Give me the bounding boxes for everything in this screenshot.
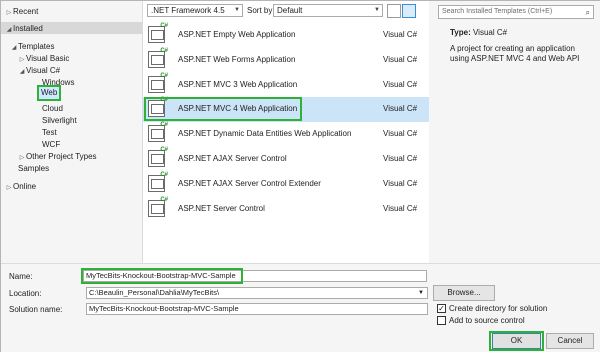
collapse-arrow-icon[interactable]: ◢: [18, 67, 26, 78]
server-control-icon: C#: [148, 147, 168, 167]
search-templates-input[interactable]: Search Installed Templates (Ctrl+E) ⌕: [438, 5, 594, 19]
solution-name-label: Solution name:: [9, 305, 63, 314]
tree-item-silverlight[interactable]: Silverlight: [42, 115, 77, 126]
tree-item-online[interactable]: ▷ Online: [5, 181, 36, 192]
tree-item-templates[interactable]: ◢ Templates: [10, 41, 55, 54]
ok-button[interactable]: OK: [492, 333, 541, 349]
template-description: A project for creating an application us…: [450, 44, 580, 63]
location-label: Location:: [9, 289, 42, 298]
name-highlight-box: [81, 268, 243, 284]
web-project-icon: C#: [148, 23, 168, 43]
collapse-arrow-icon[interactable]: ◢: [10, 43, 18, 54]
name-label: Name:: [9, 272, 33, 281]
details-pane: [430, 1, 600, 263]
add-source-control-checkbox[interactable]: [437, 316, 446, 325]
list-view-icon[interactable]: [402, 4, 416, 18]
type-label: Type: Visual C#: [450, 28, 508, 37]
tree-item-test[interactable]: Test: [42, 127, 57, 138]
add-source-control-label: Add to source control: [449, 316, 525, 325]
chevron-down-icon: ▼: [418, 290, 424, 296]
expand-arrow-icon[interactable]: ▷: [5, 183, 13, 194]
create-directory-checkbox[interactable]: ✓: [437, 304, 446, 313]
template-item[interactable]: C# ASP.NET AJAX Server Control Visual C#: [143, 147, 429, 172]
template-item[interactable]: C# ASP.NET MVC 3 Web Application Visual C#: [143, 73, 429, 98]
create-directory-label: Create directory for solution: [449, 304, 548, 313]
sort-label: Sort by:: [247, 6, 275, 15]
tree-item-visual-csharp[interactable]: ◢ Visual C#: [18, 65, 60, 76]
large-icons-view-icon[interactable]: [387, 4, 401, 18]
selection-highlight-box: [144, 97, 302, 121]
collapse-arrow-icon[interactable]: ◢: [5, 25, 13, 36]
server-control-icon: C#: [148, 197, 168, 217]
location-dropdown[interactable]: C:\Beaulin_Personal\Dahlia\MyTecBits\ ▼: [86, 287, 428, 299]
tree-item-wcf[interactable]: WCF: [42, 139, 60, 150]
tree-item-samples[interactable]: Samples: [18, 163, 49, 174]
browse-button[interactable]: Browse...: [433, 285, 495, 301]
sort-dropdown[interactable]: Default ▼: [273, 4, 383, 17]
tree-item-visual-basic[interactable]: ▷ Visual Basic: [18, 53, 70, 64]
chevron-down-icon: ▼: [374, 7, 380, 13]
solution-name-input[interactable]: MyTecBits-Knockout-Bootstrap-MVC-Sample: [86, 303, 428, 315]
template-tree: ▷ Recent ◢ Installed ◢ Templates ▷ Visual Ba…: [1, 1, 143, 263]
template-item[interactable]: C# ASP.NET Empty Web Application Visual C#: [143, 23, 429, 48]
template-item[interactable]: C# ASP.NET AJAX Server Control Extender Vi…: [143, 172, 429, 197]
web-project-icon: C#: [148, 73, 168, 93]
tree-item-recent[interactable]: ▷ Recent: [5, 6, 39, 19]
template-item[interactable]: C# ASP.NET Server Control Visual C#: [143, 197, 429, 222]
chevron-down-icon: ▼: [234, 7, 240, 13]
web-project-icon: C#: [148, 48, 168, 68]
template-item[interactable]: C# ASP.NET Web Forms Application Visual C#: [143, 48, 429, 73]
expand-arrow-icon[interactable]: ▷: [5, 8, 13, 19]
template-toolbar: .NET Framework 4.5 ▼ Sort by: Default ▼: [143, 3, 429, 20]
framework-dropdown[interactable]: .NET Framework 4.5 ▼: [147, 4, 243, 17]
tree-item-other-project-types[interactable]: ▷ Other Project Types: [18, 151, 97, 162]
tree-item-cloud[interactable]: Cloud: [42, 103, 63, 114]
tree-item-web[interactable]: Web: [37, 85, 62, 101]
template-item[interactable]: C# ASP.NET Dynamic Data Entities Web Appl…: [143, 122, 429, 147]
tree-item-installed-label[interactable]: ◢ Installed: [5, 23, 43, 34]
web-project-icon: C#: [148, 122, 168, 142]
new-project-dialog: ▷ Recent ◢ Installed ◢ Templates ▷ Visual Ba…: [0, 0, 600, 352]
server-control-icon: C#: [148, 172, 168, 192]
cancel-button[interactable]: Cancel: [546, 333, 594, 349]
search-icon[interactable]: ⌕: [586, 7, 590, 19]
